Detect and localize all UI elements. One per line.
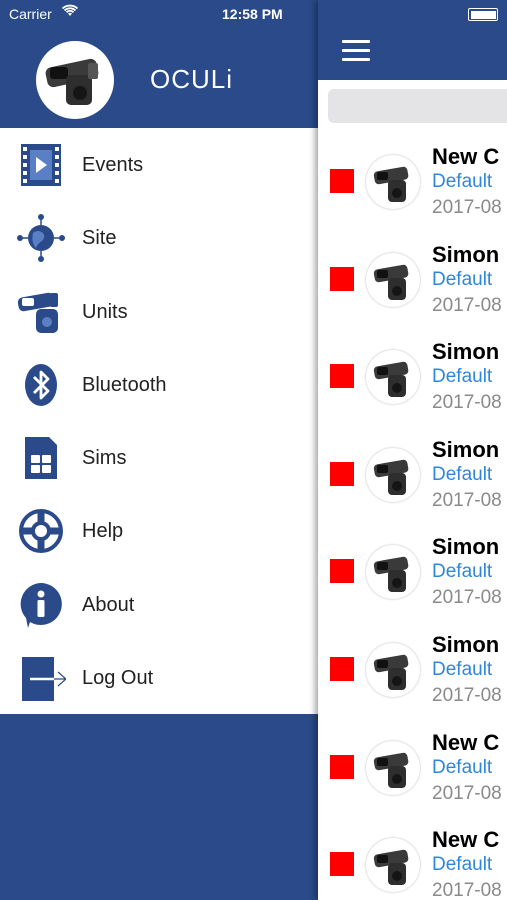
event-subtitle: Default (432, 171, 493, 192)
event-date: 2017-08 (432, 880, 502, 900)
menu-list: Events Site Units Bluetooth Sims Help Ab… (0, 128, 318, 714)
event-row[interactable]: New C Default 2017-08 (318, 132, 507, 230)
menu-item-label: Bluetooth (82, 373, 167, 396)
event-date: 2017-08 (432, 782, 502, 804)
event-date: 2017-08 (432, 294, 502, 316)
main-content: New C Default 2017-08 Simon Default 2017-08 Si… (318, 0, 507, 900)
menu-header: OCULi (0, 30, 318, 128)
event-date: 2017-08 (432, 684, 502, 706)
status-indicator (330, 559, 354, 584)
event-title: New C (432, 729, 500, 755)
event-subtitle: Default (432, 268, 493, 290)
event-row[interactable]: Simon Default 2017-08 (318, 522, 507, 620)
event-thumbnail (366, 838, 420, 893)
status-indicator (330, 461, 354, 486)
menu-item-sims[interactable]: Sims (0, 421, 318, 494)
event-row[interactable]: New C Default 2017-08 (318, 718, 507, 816)
camera-unit-icon (373, 752, 409, 788)
menu-item-units[interactable]: Units (0, 275, 318, 348)
event-date: 2017-08 (432, 197, 502, 218)
menu-item-label: Sims (82, 447, 127, 469)
status-indicator (330, 852, 354, 877)
event-subtitle: Default (432, 854, 493, 876)
event-subtitle: Default (432, 366, 493, 388)
side-menu: Carrier 12:58 PM OCULi Events Site Units… (0, 0, 318, 900)
event-title: Simon (432, 241, 500, 267)
event-thumbnail (366, 155, 420, 209)
hamburger-menu-icon[interactable] (342, 40, 370, 62)
status-indicator (330, 364, 354, 389)
event-subtitle: Default (432, 756, 493, 778)
status-bar: Carrier 12:58 PM (0, 0, 318, 30)
camera-unit-icon (373, 849, 409, 886)
event-subtitle: Default (432, 463, 493, 485)
wifi-icon (62, 4, 78, 16)
menu-item-label: About (82, 593, 135, 616)
event-list: New C Default 2017-08 Simon Default 2017-08 Si… (318, 132, 507, 900)
menu-item-label: Units (82, 300, 128, 323)
event-thumbnail (366, 740, 420, 795)
event-row[interactable]: Simon Default 2017-08 (318, 425, 507, 523)
camera-unit-icon (373, 166, 409, 202)
globe-network-icon (17, 214, 65, 263)
menu-item-label: Site (82, 227, 117, 250)
event-subtitle: Default (432, 658, 493, 680)
event-row[interactable]: Simon Default 2017-08 (318, 620, 507, 718)
event-title: Simon (432, 339, 500, 365)
event-thumbnail (366, 350, 420, 405)
event-thumbnail (366, 252, 420, 307)
sim-card-icon (25, 437, 57, 479)
event-date: 2017-08 (432, 392, 502, 414)
event-row[interactable]: Simon Default 2017-08 (318, 327, 507, 425)
nav-bar (318, 0, 507, 80)
camera-unit-icon (45, 58, 99, 105)
app-logo (36, 41, 114, 119)
camera-unit-icon (373, 557, 409, 593)
camera-unit-icon (373, 654, 409, 690)
status-indicator (330, 656, 354, 681)
battery-icon (468, 8, 498, 21)
menu-item-logout[interactable]: Log Out (0, 641, 318, 714)
event-title: New C (432, 144, 500, 169)
camera-unit-icon (373, 361, 409, 398)
menu-item-label: Help (82, 520, 124, 543)
event-title: New C (432, 827, 500, 853)
app-title: OCULi (150, 64, 234, 94)
search-input[interactable] (328, 89, 507, 123)
lifebuoy-icon (19, 509, 63, 554)
menu-item-label: Log Out (82, 666, 154, 689)
status-time: 12:58 PM (222, 6, 283, 22)
status-indicator (330, 169, 354, 193)
menu-item-site[interactable]: Site (0, 201, 318, 274)
menu-item-bluetooth[interactable]: Bluetooth (0, 348, 318, 421)
status-indicator (330, 754, 354, 779)
event-subtitle: Default (432, 561, 493, 583)
bluetooth-icon (25, 363, 57, 406)
event-title: Simon (432, 436, 500, 462)
menu-item-label: Events (82, 154, 144, 176)
camera-unit-icon (373, 459, 409, 495)
film-icon (21, 144, 61, 186)
menu-item-help[interactable]: Help (0, 494, 318, 567)
event-row[interactable]: Simon Default 2017-08 (318, 230, 507, 328)
event-thumbnail (366, 545, 420, 600)
event-row[interactable]: New C Default 2017-08 (318, 815, 507, 900)
event-thumbnail (366, 642, 420, 697)
camera-unit-icon (17, 292, 58, 333)
event-title: Simon (432, 534, 500, 560)
status-indicator (330, 266, 354, 291)
logout-icon (22, 656, 66, 701)
menu-item-events[interactable]: Events (0, 128, 318, 201)
carrier-label: Carrier (9, 6, 52, 22)
info-icon (20, 582, 62, 628)
event-title: Simon (432, 631, 500, 657)
event-thumbnail (366, 447, 420, 502)
menu-item-about[interactable]: About (0, 568, 318, 641)
event-date: 2017-08 (432, 587, 502, 609)
camera-unit-icon (373, 264, 409, 300)
event-date: 2017-08 (432, 489, 502, 511)
